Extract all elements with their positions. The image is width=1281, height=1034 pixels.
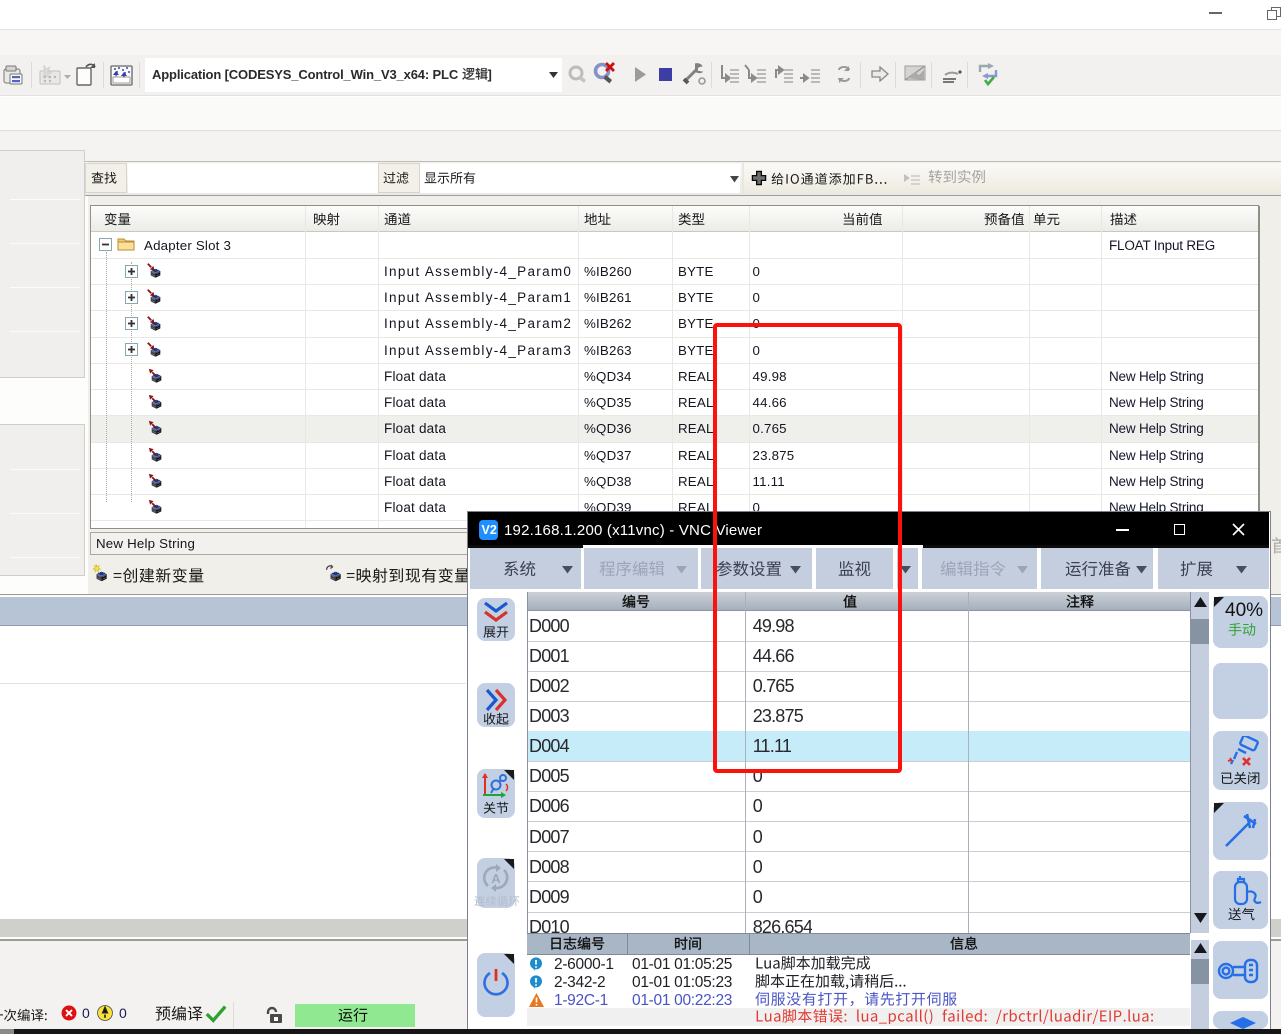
svg-text:A: A bbox=[491, 871, 501, 886]
